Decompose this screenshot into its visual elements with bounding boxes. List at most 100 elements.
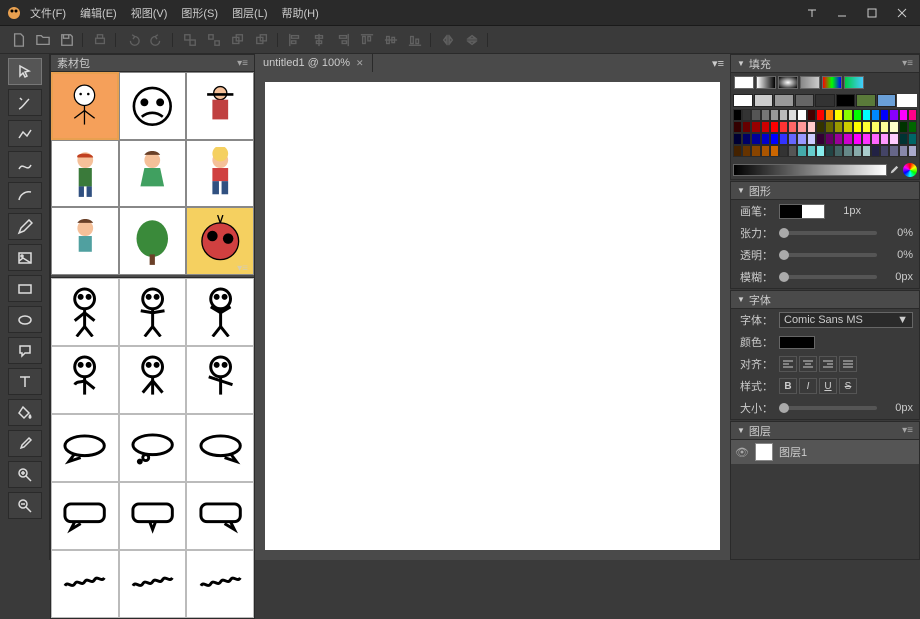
asset-item[interactable] bbox=[186, 550, 254, 618]
layer-row[interactable]: 👁 图层1 bbox=[731, 440, 919, 464]
swatch[interactable] bbox=[834, 133, 843, 145]
swatch-big[interactable] bbox=[733, 94, 753, 107]
swatch[interactable] bbox=[908, 133, 917, 145]
swatch[interactable] bbox=[871, 145, 880, 157]
swatch[interactable] bbox=[871, 133, 880, 145]
swatch[interactable] bbox=[733, 121, 742, 133]
panel-menu-icon[interactable]: ▾≡ bbox=[237, 263, 248, 274]
swatch[interactable] bbox=[834, 121, 843, 133]
tool-rect[interactable] bbox=[8, 275, 42, 302]
swatch[interactable] bbox=[908, 121, 917, 133]
swatch[interactable] bbox=[797, 109, 806, 121]
swatch[interactable] bbox=[779, 145, 788, 157]
swatch[interactable] bbox=[761, 121, 770, 133]
swatch[interactable] bbox=[807, 109, 816, 121]
opacity-slider[interactable] bbox=[779, 253, 877, 257]
swatch[interactable] bbox=[871, 121, 880, 133]
bold-button[interactable]: B bbox=[779, 378, 797, 394]
asset-item[interactable] bbox=[51, 346, 119, 414]
swatch[interactable] bbox=[853, 133, 862, 145]
tool-imagebox[interactable] bbox=[8, 244, 42, 271]
tension-slider[interactable] bbox=[779, 231, 877, 235]
swatch[interactable] bbox=[797, 121, 806, 133]
value-slider[interactable] bbox=[733, 164, 887, 176]
swatch[interactable] bbox=[751, 133, 760, 145]
swatch[interactable] bbox=[889, 145, 898, 157]
swatch[interactable] bbox=[880, 121, 889, 133]
tool-zoomin[interactable] bbox=[8, 461, 42, 488]
asset-pack-item[interactable] bbox=[119, 140, 187, 208]
swatch[interactable] bbox=[899, 109, 908, 121]
tool-pointer[interactable] bbox=[8, 58, 42, 85]
swatch[interactable] bbox=[770, 121, 779, 133]
menu-view[interactable]: 视图(V) bbox=[131, 5, 168, 21]
swatch-big[interactable] bbox=[856, 94, 876, 107]
panel-menu-icon[interactable]: ▾≡ bbox=[237, 58, 248, 69]
swatch[interactable] bbox=[770, 133, 779, 145]
tool-zoomout[interactable] bbox=[8, 492, 42, 519]
canvas-viewport[interactable] bbox=[255, 72, 730, 560]
fill-type-rainbow[interactable] bbox=[822, 76, 842, 89]
swatch[interactable] bbox=[761, 145, 770, 157]
swatch[interactable] bbox=[908, 145, 917, 157]
swatch[interactable] bbox=[779, 133, 788, 145]
close-button[interactable] bbox=[890, 5, 914, 21]
asset-item[interactable] bbox=[186, 278, 254, 346]
canvas[interactable] bbox=[265, 82, 720, 550]
swatch[interactable] bbox=[770, 145, 779, 157]
align-left-icon[interactable] bbox=[288, 33, 302, 47]
swatch[interactable] bbox=[733, 133, 742, 145]
new-file-icon[interactable] bbox=[12, 33, 26, 47]
swatch[interactable] bbox=[834, 145, 843, 157]
panel-menu-icon[interactable]: ▾≡ bbox=[706, 57, 730, 70]
swatch[interactable] bbox=[742, 109, 751, 121]
fill-type-linear[interactable] bbox=[756, 76, 776, 89]
tool-eyedrop[interactable] bbox=[8, 430, 42, 457]
tool-polyline[interactable] bbox=[8, 120, 42, 147]
fill-type-gradient[interactable] bbox=[844, 76, 864, 89]
asset-item[interactable] bbox=[119, 346, 187, 414]
asset-pack-item[interactable] bbox=[186, 140, 254, 208]
asset-item[interactable] bbox=[51, 414, 119, 482]
tool-pencil[interactable] bbox=[8, 213, 42, 240]
eyedropper-icon[interactable] bbox=[889, 165, 899, 175]
swatch[interactable] bbox=[761, 133, 770, 145]
strike-button[interactable]: S bbox=[839, 378, 857, 394]
swatch[interactable] bbox=[862, 121, 871, 133]
swatch[interactable] bbox=[899, 133, 908, 145]
tool-arc[interactable] bbox=[8, 182, 42, 209]
tab-close-icon[interactable]: ✕ bbox=[356, 58, 364, 69]
tool-text[interactable] bbox=[8, 368, 42, 395]
tool-curve[interactable] bbox=[8, 151, 42, 178]
swatch[interactable] bbox=[816, 145, 825, 157]
swatch[interactable] bbox=[816, 133, 825, 145]
swatch[interactable] bbox=[761, 109, 770, 121]
swatch[interactable] bbox=[807, 145, 816, 157]
asset-pack-item[interactable] bbox=[51, 140, 119, 208]
align-right-icon[interactable] bbox=[336, 33, 350, 47]
swatch[interactable] bbox=[807, 133, 816, 145]
tool-speech[interactable] bbox=[8, 337, 42, 364]
asset-pack-item[interactable] bbox=[51, 207, 119, 275]
swatch[interactable] bbox=[862, 133, 871, 145]
align-right-button[interactable] bbox=[819, 356, 837, 372]
swatch[interactable] bbox=[788, 133, 797, 145]
underline-button[interactable]: U bbox=[819, 378, 837, 394]
minimize-button[interactable] bbox=[830, 5, 854, 21]
asset-item[interactable] bbox=[186, 482, 254, 550]
swatch[interactable] bbox=[825, 145, 834, 157]
color-wheel-icon[interactable] bbox=[903, 163, 917, 177]
swatch[interactable] bbox=[843, 109, 852, 121]
swatch[interactable] bbox=[825, 109, 834, 121]
swatch[interactable] bbox=[816, 121, 825, 133]
swatch[interactable] bbox=[788, 109, 797, 121]
swatch[interactable] bbox=[889, 133, 898, 145]
asset-item[interactable] bbox=[51, 278, 119, 346]
swatch[interactable] bbox=[880, 145, 889, 157]
swatch-big[interactable] bbox=[897, 94, 917, 107]
swatch[interactable] bbox=[843, 133, 852, 145]
flip-v-icon[interactable] bbox=[465, 33, 479, 47]
asset-item[interactable] bbox=[119, 550, 187, 618]
fill-type-pattern[interactable] bbox=[800, 76, 820, 89]
asset-pack-item[interactable] bbox=[119, 207, 187, 275]
